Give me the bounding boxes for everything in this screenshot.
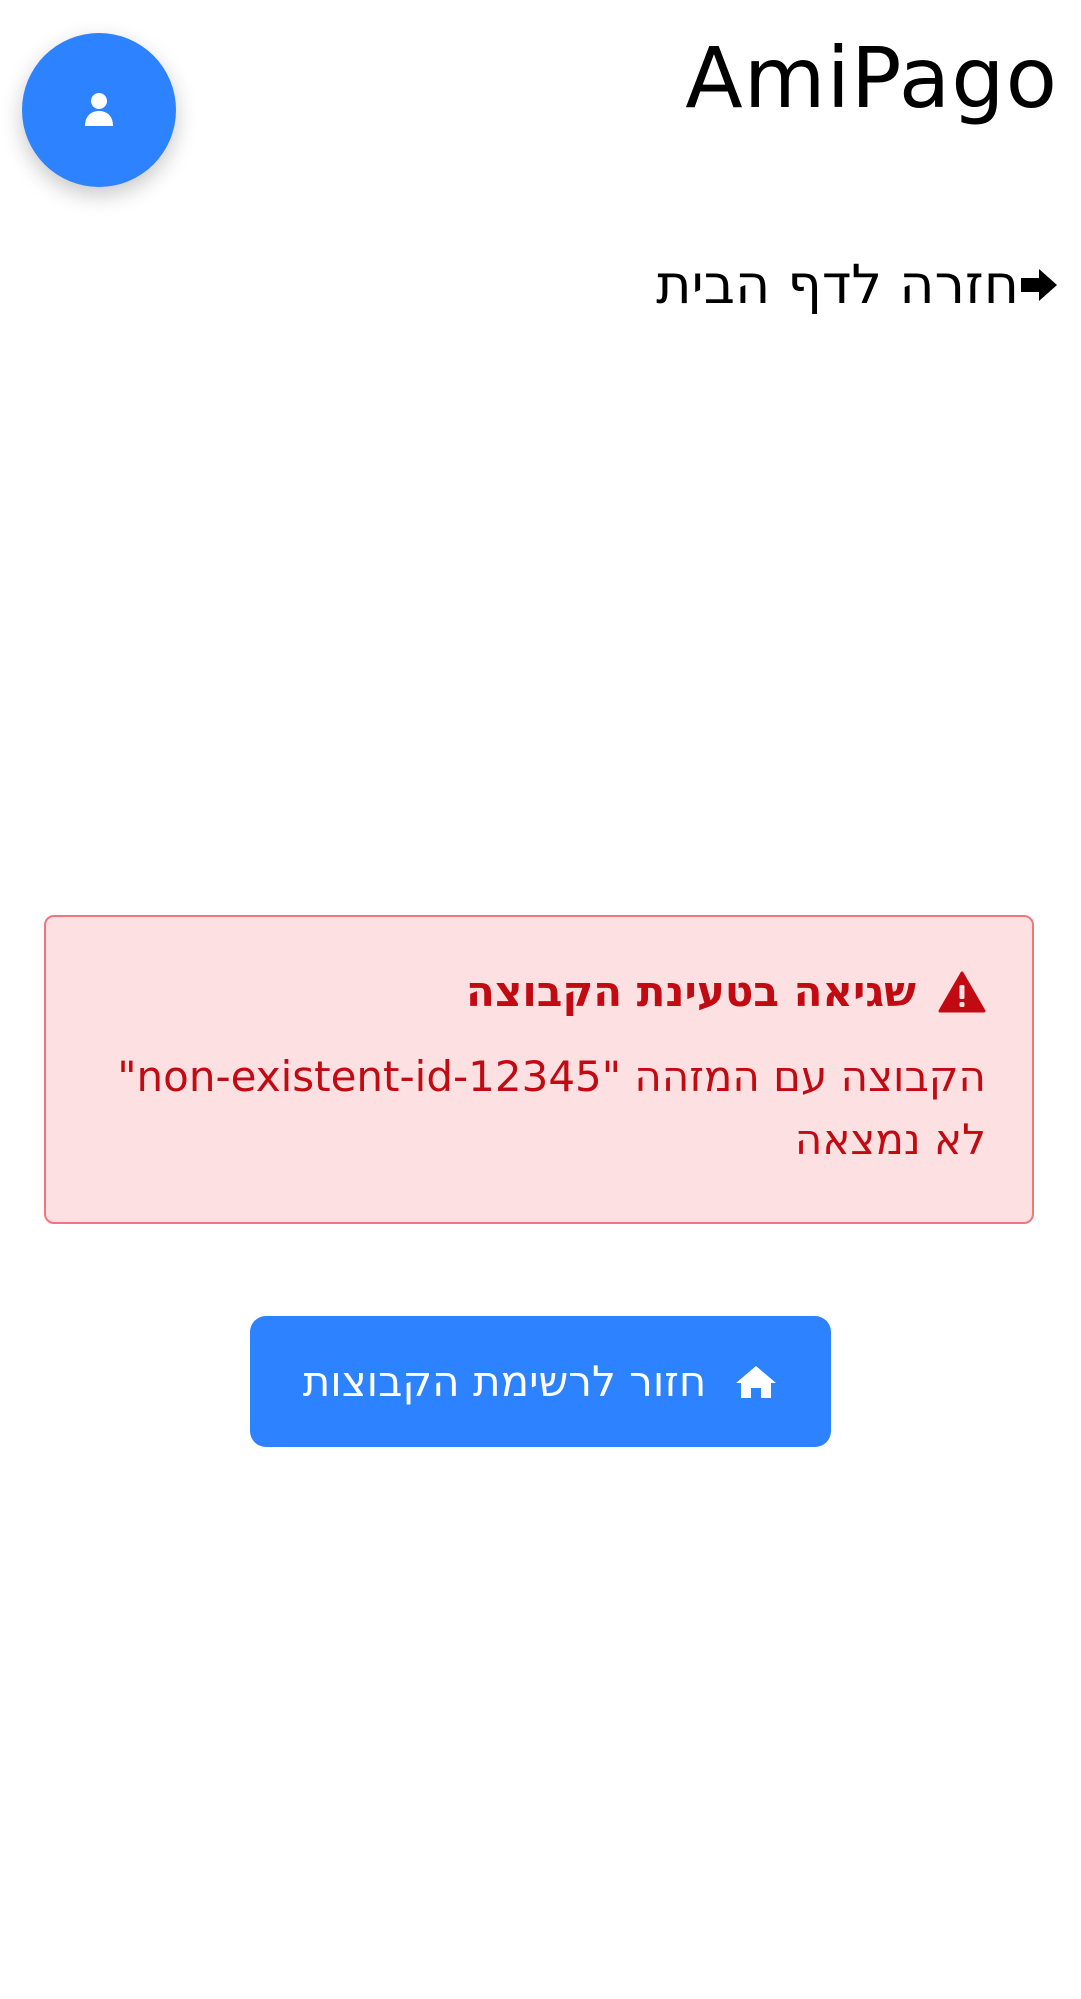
back-to-groups-label: חזור לרשימת הקבוצות [302,1357,707,1406]
app-title: AmiPago [685,29,1058,127]
error-message: הקבוצה עם המזהה "non-existent-id-12345" … [117,1052,986,1165]
back-to-home-link[interactable]: חזרה לדף הבית [656,255,1059,314]
home-icon [734,1364,778,1400]
profile-button[interactable] [22,33,176,187]
page: AmiPago חזרה לדף הבית שגיאה בטעינת הקבוצ… [0,0,1081,1999]
warning-triangle-icon [938,971,986,1013]
error-alert: שגיאה בטעינת הקבוצה הקבוצה עם המזהה "non… [44,915,1034,1224]
user-icon [85,93,113,126]
error-title: שגיאה בטעינת הקבוצה [466,967,916,1016]
back-to-home-label: חזרה לדף הבית [656,253,1019,316]
back-to-groups-button[interactable]: חזור לרשימת הקבוצות [250,1316,831,1447]
error-header: שגיאה בטעינת הקבוצה [92,967,986,1017]
arrow-right-icon [1019,267,1059,303]
